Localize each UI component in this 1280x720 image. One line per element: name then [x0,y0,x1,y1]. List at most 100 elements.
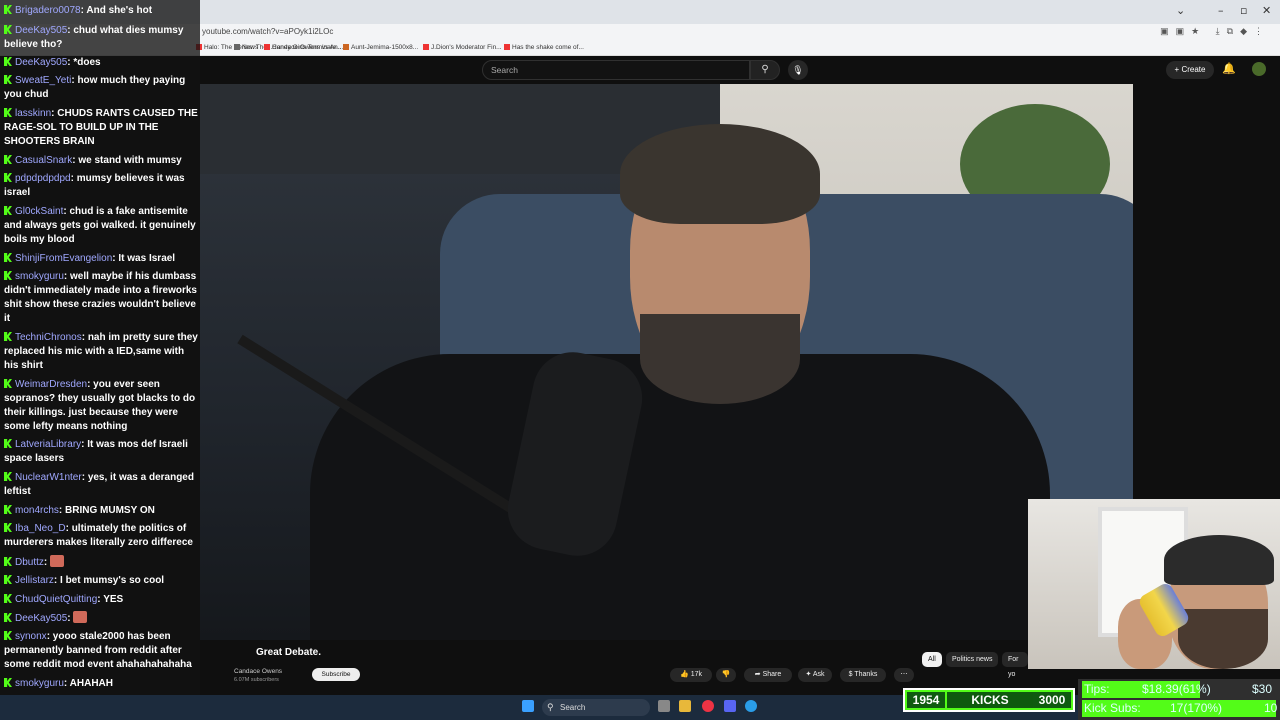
chat-username[interactable]: LatveriaLibrary [15,439,81,450]
channel-name[interactable]: Candace Owens [234,668,282,675]
kick-badge-icon [4,75,12,84]
tips-value: $18.39(61%) [1142,682,1211,696]
chat-username[interactable]: DeeKay505 [15,613,67,624]
telegram-icon[interactable] [745,700,757,712]
chat-username[interactable]: lasskinn [15,108,51,119]
kicks-goal: 3000 [1033,692,1071,708]
chat-username[interactable]: CasualSnark [15,155,72,166]
ask-button[interactable]: ✦ Ask [798,668,832,682]
kick-badge-icon [4,631,12,640]
discord-icon[interactable] [724,700,736,712]
chat-username[interactable]: NuclearW1nter [15,472,82,483]
chat-message: NuclearW1nter: yes, it was a deranged le… [4,471,198,499]
taskbar-search[interactable]: ⚲ Search [542,699,650,716]
chat-message: pdpdpdpdpd: mumsy believes it was israel [4,172,198,200]
create-button[interactable]: + Create [1166,61,1214,79]
more-button[interactable]: ⋯ [894,668,914,682]
extension-icons[interactable]: ▣▣★ ⤓⧉◆⋮ [1160,26,1270,37]
search-icon: ⚲ [761,64,769,75]
streamer-beard [1178,609,1268,669]
kick-badge-icon [4,108,12,117]
chat-username[interactable]: pdpdpdpdpd [15,173,71,184]
chat-username[interactable]: DeeKay505 [15,25,67,36]
url-text[interactable]: youtube.com/watch?v=aPOyk1i2LOc [202,27,333,36]
subscribe-button[interactable]: Subscribe [312,668,360,681]
chat-username[interactable]: TechniChronos [15,332,82,343]
close-button[interactable]: ✕ [1262,4,1271,17]
chip-politics-news[interactable]: Politics news [946,652,999,667]
person-beard [640,314,800,404]
bookmark-item[interactable]: News [234,44,258,51]
file-explorer-icon[interactable] [679,700,691,712]
windows-start-icon[interactable] [522,700,534,712]
chat-username[interactable]: Jellistarz [15,575,54,586]
kick-badge-icon [4,271,12,280]
youtube-header: Search ⚲ 🎙 + Create 🔔 [200,56,1280,84]
minimize-button[interactable]: – [1218,4,1224,17]
chat-message: Jellistarz: I bet mumsy's so cool [4,574,198,588]
chat-message: smokyguru: AHAHAH [4,677,198,691]
chat-message: synonx: yooo stale2000 has been permanen… [4,630,198,672]
chip-all[interactable]: All [922,652,942,667]
chat-username[interactable]: WeimarDresden [15,379,87,390]
chat-overlay: Brigadero0078: And she's hot DeeKay505: c… [0,0,200,720]
tips-goal: $30 [1252,682,1273,696]
kick-badge-icon [4,439,12,448]
tips-label: Tips: [1084,682,1110,696]
bookmark-item[interactable]: Aunt-Jemima-1500x8... [343,44,418,51]
chat-username[interactable]: SweatE_Yeti [15,75,71,86]
person-hair [620,124,820,224]
chat-username[interactable]: Gl0ckSaint [15,206,63,217]
kick-badge-icon [4,155,12,164]
dislike-button[interactable]: 👎 [716,668,736,682]
bookmark-item[interactable]: Candace Owens vs An... [264,44,343,51]
mic-icon[interactable]: 🎙 [788,60,808,80]
video-title: Great Debate. [256,647,322,658]
chat-username[interactable]: DeeKay505 [15,57,67,68]
chat-username[interactable]: Iba_Neo_D [15,523,66,534]
chat-username[interactable]: Brigadero0078 [15,5,81,16]
thanks-button[interactable]: $ Thanks [840,668,886,682]
chat-username[interactable]: Dbuttz [15,557,44,568]
kick-badge-icon [4,173,12,182]
chat-username[interactable]: mon4rchs [15,505,59,516]
chat-text: BRING MUMSY ON [65,505,155,516]
chip-for-you[interactable]: For yo [1002,652,1028,678]
chat-message: TechniChronos: nah im pretty sure they r… [4,331,198,373]
search-icon: ⚲ [547,702,554,712]
bell-icon[interactable]: 🔔 [1222,62,1236,75]
kick-badge-icon [4,25,12,34]
share-icon: ➦ [754,671,763,678]
like-button[interactable]: 👍 17k [670,668,712,682]
chat-message: lasskinn: CHUDS RANTS CAUSED THE RAGE-SO… [4,107,198,149]
chat-username[interactable]: smokyguru [15,271,64,282]
maximize-button[interactable]: ▫ [1240,4,1247,17]
search-input[interactable]: Search [482,60,750,80]
bookmark-item[interactable]: J.Dion's Moderator Fin... [423,44,502,51]
emote-icon [50,555,65,567]
avatar[interactable] [1252,62,1266,76]
chat-username[interactable]: smokyguru [15,678,64,689]
sparkle-icon: ✦ [805,671,813,678]
streamer-cap [1164,535,1274,585]
kick-badge-icon [4,678,12,687]
chat-text: we stand with mumsy [78,155,182,166]
chrome-icon[interactable] [702,700,714,712]
emote-icon [73,611,88,623]
search-button[interactable]: ⚲ [750,60,780,80]
chat-username[interactable]: ShinjiFromEvangelion [15,253,112,264]
kick-badge-icon [4,206,12,215]
kick-badge-icon [4,523,12,532]
chat-message: CasualSnark: we stand with mumsy [4,154,198,168]
video-player[interactable] [200,84,1133,640]
chat-text: It was Israel [118,253,176,264]
more-icon: ⋯ [900,671,908,678]
share-button[interactable]: ➦ Share [744,668,792,682]
chat-username[interactable]: ChudQuietQuitting [15,594,97,605]
chevron-down-icon[interactable]: ⌄ [1176,4,1185,17]
webcam-feed [1028,499,1280,669]
task-view-icon[interactable] [658,700,670,712]
bookmark-item[interactable]: Has the shake come of... [504,44,584,51]
kick-badge-icon [4,505,12,514]
chat-username[interactable]: synonx [15,631,47,642]
